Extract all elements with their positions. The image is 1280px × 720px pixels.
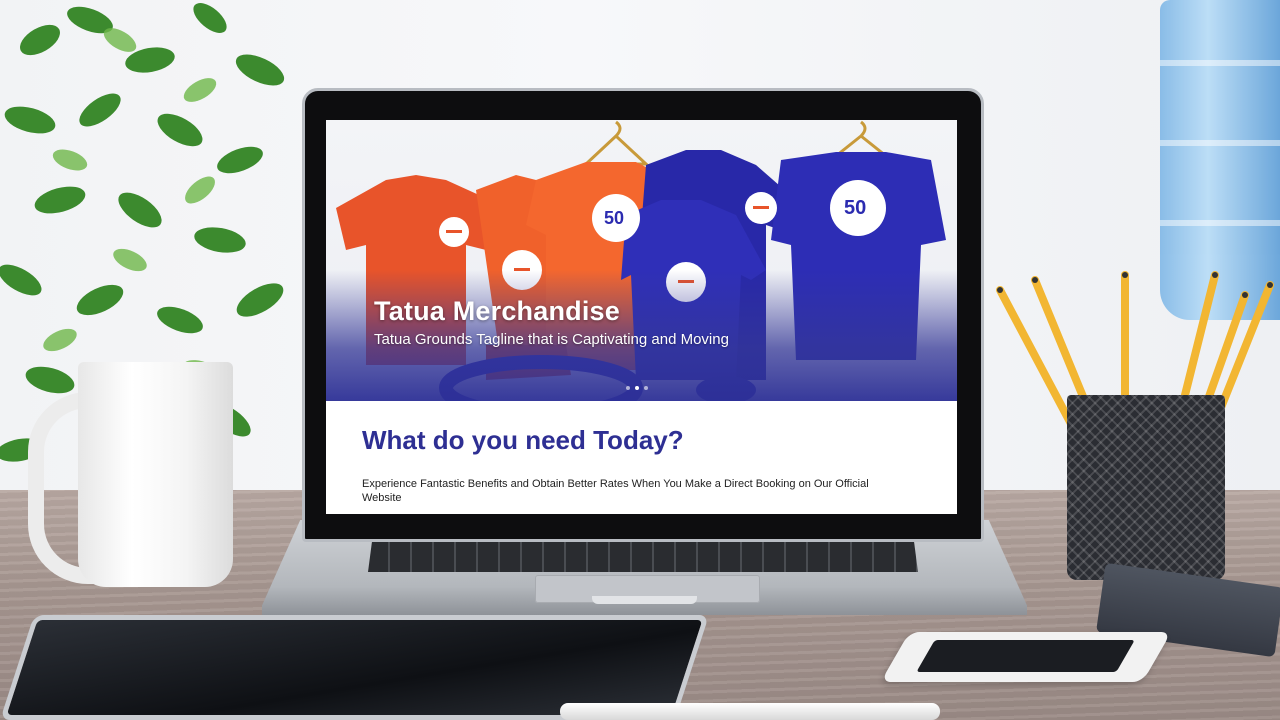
carousel-dot-active[interactable] [635, 386, 639, 390]
carousel-dots [626, 386, 648, 390]
carousel-dot[interactable] [626, 386, 630, 390]
carousel-dot[interactable] [644, 386, 648, 390]
website-screen: 50 50 Tatua Merchandise Tatua Grounds Ta… [326, 120, 957, 514]
pencil-cup [1067, 395, 1225, 580]
pen [560, 703, 940, 720]
laptop-notch [592, 596, 697, 604]
section-description: Experience Fantastic Benefits and Obtain… [362, 478, 869, 504]
smartphone [880, 632, 1172, 682]
svg-text:50: 50 [604, 208, 624, 228]
hero-carousel[interactable]: 50 50 Tatua Merchandise Tatua Grounds Ta… [326, 120, 957, 401]
section-title: What do you need Today? [362, 425, 684, 455]
hero-tagline: Tatua Grounds Tagline that is Captivatin… [374, 331, 729, 348]
svg-text:50: 50 [844, 197, 866, 219]
hero-title: Tatua Merchandise [374, 296, 620, 326]
coffee-mug [78, 362, 233, 587]
